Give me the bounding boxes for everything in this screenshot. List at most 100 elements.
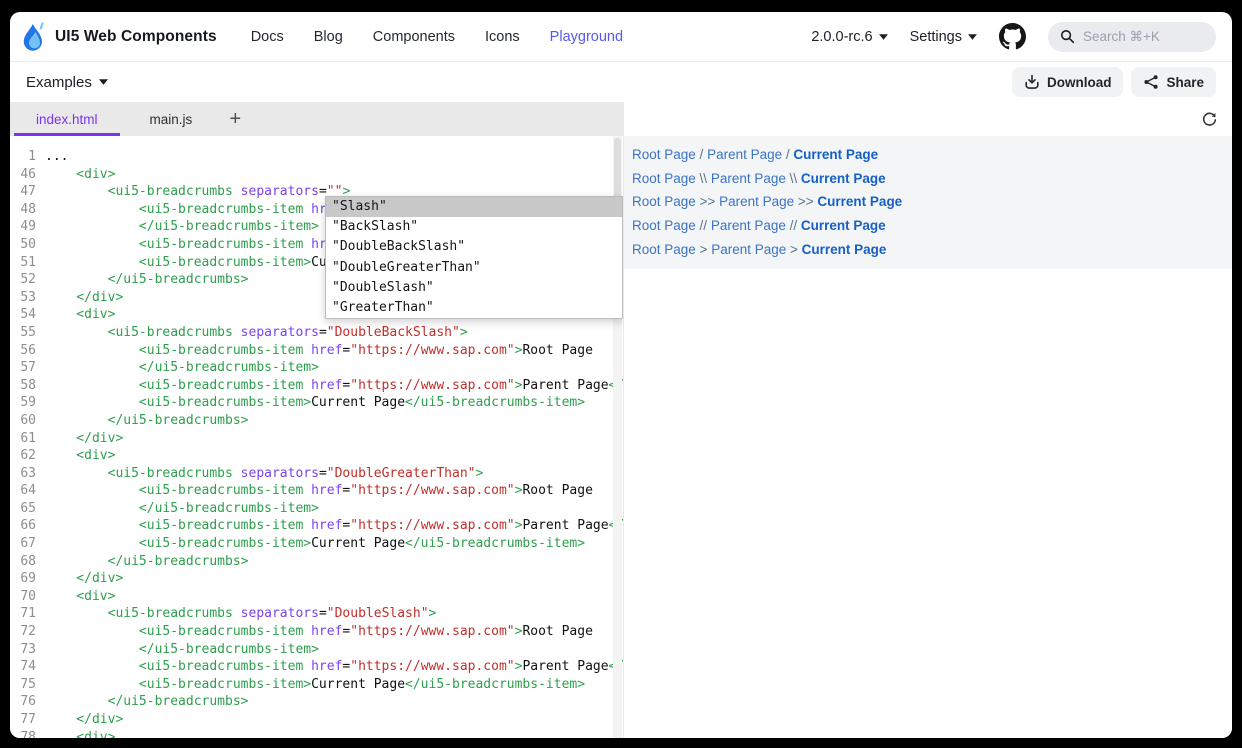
line-number: 61 xyxy=(10,430,36,448)
breadcrumb-current: Current Page xyxy=(793,147,878,162)
code-line: 1... xyxy=(10,148,623,166)
line-number: 1 xyxy=(10,148,36,166)
line-number: 46 xyxy=(10,166,36,184)
autocomplete-item[interactable]: "DoubleGreaterThan" xyxy=(326,258,622,278)
code-line: 68 </ui5-breadcrumbs> xyxy=(10,553,623,571)
breadcrumb-link[interactable]: Root Page xyxy=(632,147,696,162)
breadcrumb-link[interactable]: Parent Page xyxy=(711,242,786,257)
version-dropdown[interactable]: 2.0.0-rc.6 xyxy=(811,29,887,45)
breadcrumb-link[interactable]: Parent Page xyxy=(711,171,786,186)
line-number: 57 xyxy=(10,359,36,377)
breadcrumb-separator: // xyxy=(786,218,801,233)
line-number: 73 xyxy=(10,641,36,659)
autocomplete-popup: "Slash""BackSlash""DoubleBackSlash""Doub… xyxy=(325,196,623,319)
tab-label: index.html xyxy=(36,112,98,127)
line-number: 58 xyxy=(10,377,36,395)
nav-icons[interactable]: Icons xyxy=(485,29,520,45)
code-line: 61 </div> xyxy=(10,430,623,448)
line-number: 70 xyxy=(10,588,36,606)
line-number: 75 xyxy=(10,676,36,694)
examples-toolbar: Examples Download Share xyxy=(10,62,1232,102)
tab-index-html[interactable]: index.html xyxy=(10,102,124,136)
code-line: 46 <div> xyxy=(10,166,623,184)
breadcrumb-link[interactable]: Parent Page xyxy=(707,147,782,162)
breadcrumb-separator: >> xyxy=(794,194,817,209)
line-number: 60 xyxy=(10,412,36,430)
code-line: 65 </ui5-breadcrumbs-item> xyxy=(10,500,623,518)
code-line: 56 <ui5-breadcrumbs-item href="https://w… xyxy=(10,342,623,360)
preview-pane: Root Page / Parent Page / Current PageRo… xyxy=(623,102,1232,738)
ui5-flame-logo-icon xyxy=(20,22,47,52)
code-line: 74 <ui5-breadcrumbs-item href="https://w… xyxy=(10,658,623,676)
editor-tabbar: index.html main.js + xyxy=(10,102,623,136)
code-line: 76 </ui5-breadcrumbs> xyxy=(10,693,623,711)
share-button[interactable]: Share xyxy=(1131,67,1216,97)
autocomplete-item[interactable]: "GreaterThan" xyxy=(326,298,622,318)
nav-components[interactable]: Components xyxy=(373,29,455,45)
breadcrumb-link[interactable]: Root Page xyxy=(632,218,696,233)
breadcrumb-current: Current Page xyxy=(801,171,886,186)
line-number: 76 xyxy=(10,693,36,711)
search-icon xyxy=(1060,29,1075,44)
autocomplete-item[interactable]: "Slash" xyxy=(326,197,622,217)
nav-blog[interactable]: Blog xyxy=(314,29,343,45)
github-link[interactable] xyxy=(999,23,1026,50)
code-line: 63 <ui5-breadcrumbs separators="DoubleGr… xyxy=(10,465,623,483)
autocomplete-item[interactable]: "DoubleSlash" xyxy=(326,278,622,298)
line-number: 72 xyxy=(10,623,36,641)
code-line: 71 <ui5-breadcrumbs separators="DoubleSl… xyxy=(10,605,623,623)
code-line: 60 </ui5-breadcrumbs> xyxy=(10,412,623,430)
download-button[interactable]: Download xyxy=(1012,67,1124,97)
nav-docs[interactable]: Docs xyxy=(251,29,284,45)
tab-main-js[interactable]: main.js xyxy=(124,102,219,136)
line-number: 59 xyxy=(10,394,36,412)
search-input[interactable]: Search ⌘+K xyxy=(1048,22,1216,52)
github-icon xyxy=(999,23,1026,50)
breadcrumb-separator: \\ xyxy=(786,171,801,186)
breadcrumb-link[interactable]: Root Page xyxy=(632,194,696,209)
brand-home-link[interactable]: UI5 Web Components xyxy=(20,22,217,52)
main-area: index.html main.js + 1...46 <div>47 <ui5… xyxy=(10,102,1232,738)
line-number: 62 xyxy=(10,447,36,465)
top-navbar: UI5 Web Components Docs Blog Components Ico… xyxy=(10,12,1232,62)
breadcrumb-link[interactable]: Root Page xyxy=(632,171,696,186)
line-number: 74 xyxy=(10,658,36,676)
share-icon xyxy=(1143,74,1159,90)
breadcrumb-separator: \\ xyxy=(696,171,711,186)
code-line: 55 <ui5-breadcrumbs separators="DoubleBa… xyxy=(10,324,623,342)
line-number: 66 xyxy=(10,517,36,535)
line-number: 67 xyxy=(10,535,36,553)
code-line: 78 <div> xyxy=(10,729,623,738)
breadcrumb-separator: // xyxy=(696,218,711,233)
line-number: 55 xyxy=(10,324,36,342)
download-icon xyxy=(1024,74,1040,90)
line-number: 65 xyxy=(10,500,36,518)
brand-title: UI5 Web Components xyxy=(55,28,217,46)
autocomplete-item[interactable]: "DoubleBackSlash" xyxy=(326,237,622,257)
line-number: 51 xyxy=(10,254,36,272)
breadcrumb-link[interactable]: Parent Page xyxy=(711,218,786,233)
settings-dropdown[interactable]: Settings xyxy=(910,29,977,45)
version-label: 2.0.0-rc.6 xyxy=(811,29,872,45)
code-line: 67 <ui5-breadcrumbs-item>Current Page</u… xyxy=(10,535,623,553)
settings-label: Settings xyxy=(910,29,962,45)
code-line: 66 <ui5-breadcrumbs-item href="https://w… xyxy=(10,517,623,535)
add-tab-button[interactable]: + xyxy=(218,102,252,136)
code-line: 77 </div> xyxy=(10,711,623,729)
breadcrumb-current: Current Page xyxy=(801,218,886,233)
refresh-button[interactable] xyxy=(1201,111,1218,128)
breadcrumb-link[interactable]: Root Page xyxy=(632,242,696,257)
line-number: 53 xyxy=(10,289,36,307)
chevron-down-icon xyxy=(99,79,108,85)
tab-label: main.js xyxy=(150,112,193,127)
breadcrumb-link[interactable]: Parent Page xyxy=(719,194,794,209)
code-area[interactable]: 1...46 <div>47 <ui5-breadcrumbs separato… xyxy=(10,136,623,738)
line-number: 54 xyxy=(10,306,36,324)
nav-playground[interactable]: Playground xyxy=(550,29,623,45)
examples-dropdown[interactable]: Examples xyxy=(26,74,108,91)
line-number: 69 xyxy=(10,570,36,588)
main-nav: Docs Blog Components Icons Playground xyxy=(251,29,623,45)
code-editor-pane: index.html main.js + 1...46 <div>47 <ui5… xyxy=(10,102,623,738)
autocomplete-item[interactable]: "BackSlash" xyxy=(326,217,622,237)
chevron-down-icon xyxy=(968,34,977,40)
